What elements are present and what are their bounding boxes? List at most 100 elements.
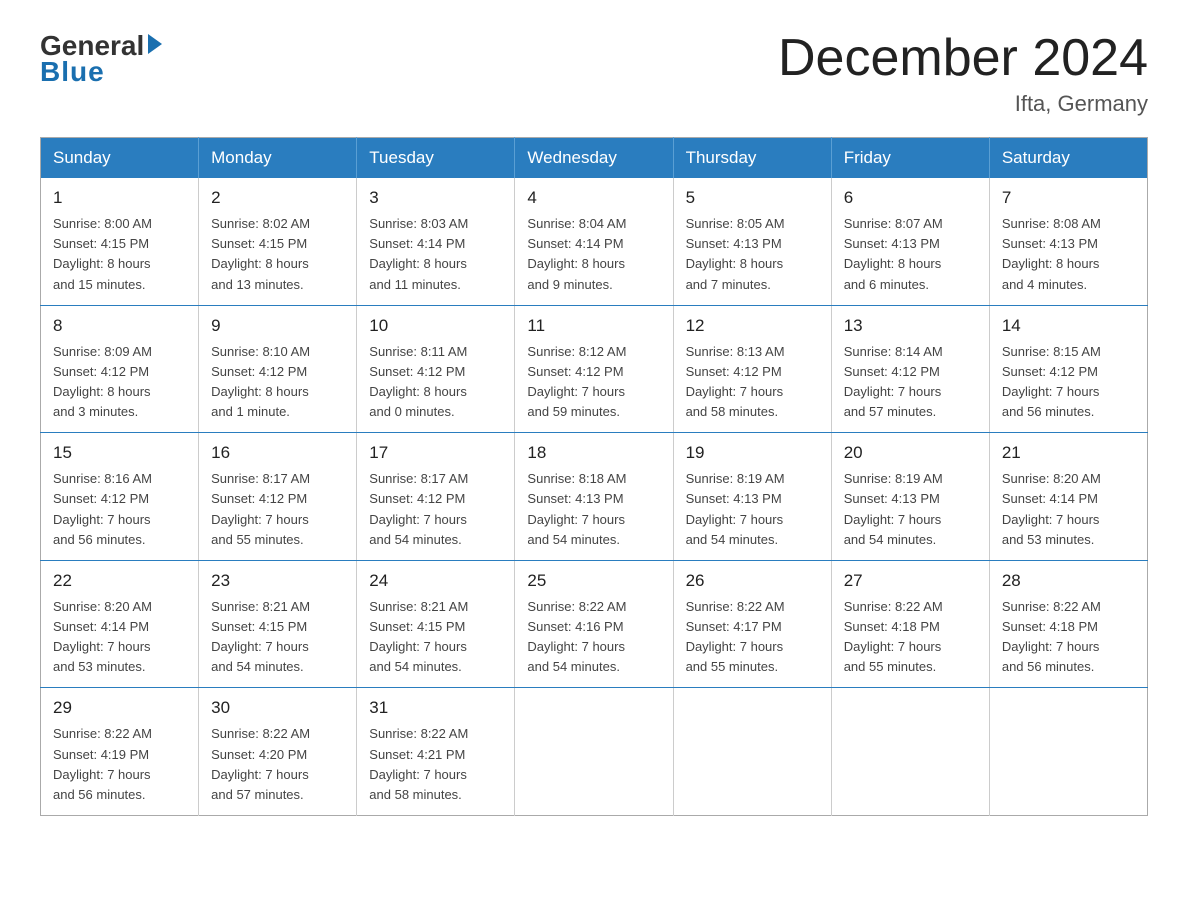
day-number: 4 [527,188,660,208]
location: Ifta, Germany [778,91,1148,117]
day-info: Sunrise: 8:22 AMSunset: 4:21 PMDaylight:… [369,724,502,805]
day-header-saturday: Saturday [989,138,1147,179]
day-cell-22: 22 Sunrise: 8:20 AMSunset: 4:14 PMDaylig… [41,560,199,688]
empty-cell [831,688,989,816]
day-number: 11 [527,316,660,336]
day-info: Sunrise: 8:05 AMSunset: 4:13 PMDaylight:… [686,214,819,295]
day-number: 1 [53,188,186,208]
day-number: 23 [211,571,344,591]
day-info: Sunrise: 8:20 AMSunset: 4:14 PMDaylight:… [53,597,186,678]
logo-arrow-icon [148,34,162,54]
day-cell-24: 24 Sunrise: 8:21 AMSunset: 4:15 PMDaylig… [357,560,515,688]
day-number: 16 [211,443,344,463]
logo: General Blue [40,30,162,88]
day-info: Sunrise: 8:03 AMSunset: 4:14 PMDaylight:… [369,214,502,295]
day-cell-31: 31 Sunrise: 8:22 AMSunset: 4:21 PMDaylig… [357,688,515,816]
day-header-sunday: Sunday [41,138,199,179]
day-number: 27 [844,571,977,591]
day-info: Sunrise: 8:12 AMSunset: 4:12 PMDaylight:… [527,342,660,423]
day-info: Sunrise: 8:09 AMSunset: 4:12 PMDaylight:… [53,342,186,423]
empty-cell [515,688,673,816]
day-number: 8 [53,316,186,336]
day-info: Sunrise: 8:21 AMSunset: 4:15 PMDaylight:… [369,597,502,678]
day-header-monday: Monday [199,138,357,179]
day-number: 20 [844,443,977,463]
day-header-wednesday: Wednesday [515,138,673,179]
week-row-3: 15 Sunrise: 8:16 AMSunset: 4:12 PMDaylig… [41,433,1148,561]
day-info: Sunrise: 8:16 AMSunset: 4:12 PMDaylight:… [53,469,186,550]
week-row-5: 29 Sunrise: 8:22 AMSunset: 4:19 PMDaylig… [41,688,1148,816]
day-number: 2 [211,188,344,208]
day-cell-20: 20 Sunrise: 8:19 AMSunset: 4:13 PMDaylig… [831,433,989,561]
day-cell-28: 28 Sunrise: 8:22 AMSunset: 4:18 PMDaylig… [989,560,1147,688]
day-info: Sunrise: 8:11 AMSunset: 4:12 PMDaylight:… [369,342,502,423]
day-number: 28 [1002,571,1135,591]
day-cell-12: 12 Sunrise: 8:13 AMSunset: 4:12 PMDaylig… [673,305,831,433]
day-number: 3 [369,188,502,208]
month-title: December 2024 [778,30,1148,87]
day-info: Sunrise: 8:19 AMSunset: 4:13 PMDaylight:… [844,469,977,550]
day-info: Sunrise: 8:07 AMSunset: 4:13 PMDaylight:… [844,214,977,295]
day-number: 31 [369,698,502,718]
day-number: 5 [686,188,819,208]
day-cell-26: 26 Sunrise: 8:22 AMSunset: 4:17 PMDaylig… [673,560,831,688]
day-number: 13 [844,316,977,336]
day-cell-5: 5 Sunrise: 8:05 AMSunset: 4:13 PMDayligh… [673,178,831,305]
day-info: Sunrise: 8:17 AMSunset: 4:12 PMDaylight:… [369,469,502,550]
day-number: 29 [53,698,186,718]
week-row-1: 1 Sunrise: 8:00 AMSunset: 4:15 PMDayligh… [41,178,1148,305]
day-cell-27: 27 Sunrise: 8:22 AMSunset: 4:18 PMDaylig… [831,560,989,688]
day-cell-29: 29 Sunrise: 8:22 AMSunset: 4:19 PMDaylig… [41,688,199,816]
day-cell-19: 19 Sunrise: 8:19 AMSunset: 4:13 PMDaylig… [673,433,831,561]
day-cell-6: 6 Sunrise: 8:07 AMSunset: 4:13 PMDayligh… [831,178,989,305]
day-info: Sunrise: 8:18 AMSunset: 4:13 PMDaylight:… [527,469,660,550]
day-info: Sunrise: 8:22 AMSunset: 4:18 PMDaylight:… [1002,597,1135,678]
calendar-table: SundayMondayTuesdayWednesdayThursdayFrid… [40,137,1148,816]
day-number: 10 [369,316,502,336]
day-header-thursday: Thursday [673,138,831,179]
day-number: 14 [1002,316,1135,336]
day-number: 9 [211,316,344,336]
day-number: 21 [1002,443,1135,463]
day-number: 6 [844,188,977,208]
day-info: Sunrise: 8:15 AMSunset: 4:12 PMDaylight:… [1002,342,1135,423]
day-number: 30 [211,698,344,718]
day-cell-18: 18 Sunrise: 8:18 AMSunset: 4:13 PMDaylig… [515,433,673,561]
day-info: Sunrise: 8:14 AMSunset: 4:12 PMDaylight:… [844,342,977,423]
day-cell-15: 15 Sunrise: 8:16 AMSunset: 4:12 PMDaylig… [41,433,199,561]
day-info: Sunrise: 8:22 AMSunset: 4:20 PMDaylight:… [211,724,344,805]
day-info: Sunrise: 8:17 AMSunset: 4:12 PMDaylight:… [211,469,344,550]
day-cell-13: 13 Sunrise: 8:14 AMSunset: 4:12 PMDaylig… [831,305,989,433]
day-header-friday: Friday [831,138,989,179]
day-info: Sunrise: 8:00 AMSunset: 4:15 PMDaylight:… [53,214,186,295]
day-cell-17: 17 Sunrise: 8:17 AMSunset: 4:12 PMDaylig… [357,433,515,561]
day-cell-9: 9 Sunrise: 8:10 AMSunset: 4:12 PMDayligh… [199,305,357,433]
day-cell-8: 8 Sunrise: 8:09 AMSunset: 4:12 PMDayligh… [41,305,199,433]
day-number: 24 [369,571,502,591]
day-info: Sunrise: 8:22 AMSunset: 4:19 PMDaylight:… [53,724,186,805]
day-number: 26 [686,571,819,591]
day-cell-2: 2 Sunrise: 8:02 AMSunset: 4:15 PMDayligh… [199,178,357,305]
day-number: 12 [686,316,819,336]
day-info: Sunrise: 8:21 AMSunset: 4:15 PMDaylight:… [211,597,344,678]
logo-blue: Blue [40,56,105,88]
day-cell-25: 25 Sunrise: 8:22 AMSunset: 4:16 PMDaylig… [515,560,673,688]
day-cell-16: 16 Sunrise: 8:17 AMSunset: 4:12 PMDaylig… [199,433,357,561]
day-info: Sunrise: 8:22 AMSunset: 4:17 PMDaylight:… [686,597,819,678]
day-number: 22 [53,571,186,591]
day-number: 17 [369,443,502,463]
day-info: Sunrise: 8:04 AMSunset: 4:14 PMDaylight:… [527,214,660,295]
day-info: Sunrise: 8:22 AMSunset: 4:16 PMDaylight:… [527,597,660,678]
title-section: December 2024 Ifta, Germany [778,30,1148,117]
day-info: Sunrise: 8:20 AMSunset: 4:14 PMDaylight:… [1002,469,1135,550]
empty-cell [989,688,1147,816]
day-number: 15 [53,443,186,463]
day-info: Sunrise: 8:10 AMSunset: 4:12 PMDaylight:… [211,342,344,423]
day-cell-14: 14 Sunrise: 8:15 AMSunset: 4:12 PMDaylig… [989,305,1147,433]
day-info: Sunrise: 8:13 AMSunset: 4:12 PMDaylight:… [686,342,819,423]
day-cell-10: 10 Sunrise: 8:11 AMSunset: 4:12 PMDaylig… [357,305,515,433]
day-number: 19 [686,443,819,463]
day-info: Sunrise: 8:02 AMSunset: 4:15 PMDaylight:… [211,214,344,295]
page-header: General Blue December 2024 Ifta, Germany [40,30,1148,117]
day-number: 7 [1002,188,1135,208]
